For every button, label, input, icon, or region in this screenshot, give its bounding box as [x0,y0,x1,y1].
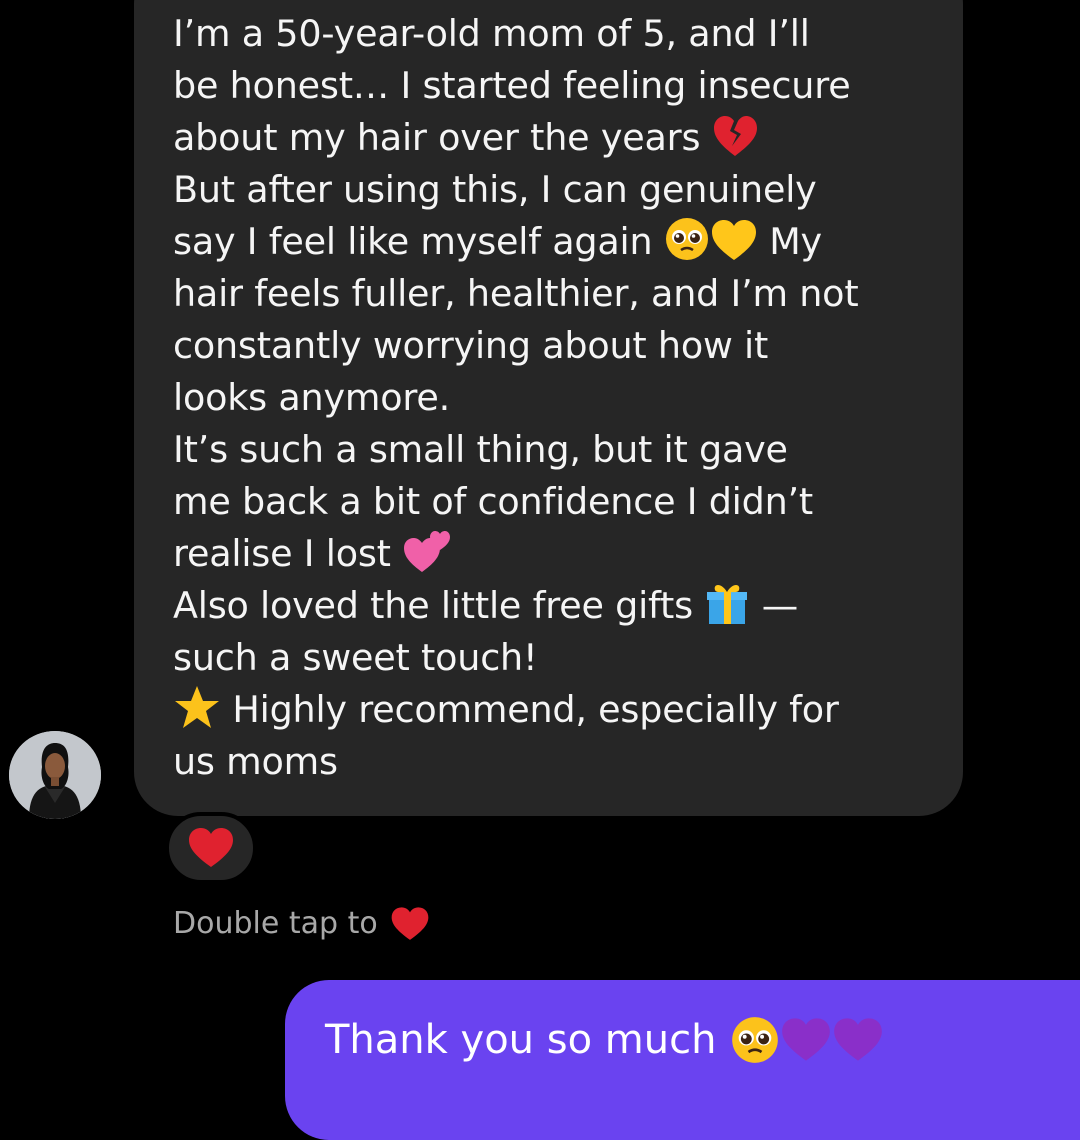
avatar-image [9,731,101,819]
message-line: But after using this, I can genuinely [173,168,817,211]
gift-icon [707,585,748,624]
pleading-face-icon [732,1017,779,1063]
message-line: It’s such a small thing, but it gave [173,428,788,471]
message-reaction[interactable] [165,812,257,884]
broken-heart-icon [713,116,757,156]
message-line: say I feel like myself again [173,220,653,263]
message-line: about my hair over the years [173,116,701,159]
message-line: be honest… I started feeling insecure [173,64,851,107]
message-line: Also loved the little free gifts [173,584,693,627]
message-line: me back a bit of confidence I didn’t [173,480,814,523]
message-line: such a sweet touch! [173,636,538,679]
purple-heart-icon [834,1018,883,1061]
message-line: constantly worrying about how it [173,324,769,367]
message-line: My [769,220,822,263]
message-line: realise I lost [173,532,391,575]
outgoing-message: Thank you so much [325,1012,884,1068]
star-icon [175,686,219,728]
message-line: I’m a 50-year-old mom of 5, and I’ll [173,12,810,55]
purple-heart-icon [782,1018,831,1061]
hint-text: Double tap to [173,906,378,941]
red-heart-icon [189,828,233,867]
yellow-heart-icon [711,220,756,260]
red-heart-icon [391,907,429,940]
outgoing-message-text: Thank you so much [325,1017,717,1063]
message-line: looks anymore. [173,376,451,419]
double-tap-hint: Double tap to [173,900,430,948]
pleading-face-icon [665,218,708,260]
message-line: — [761,584,799,627]
avatar[interactable] [9,731,101,819]
message-line: Highly recommend, especially for [232,688,839,731]
incoming-message-text: I’m a 50-year-old mom of 5, and I’ll be … [173,8,943,788]
two-hearts-icon [404,531,451,572]
message-line: hair feels fuller, healthier, and I’m no… [173,272,859,315]
message-line: us moms [173,740,338,783]
